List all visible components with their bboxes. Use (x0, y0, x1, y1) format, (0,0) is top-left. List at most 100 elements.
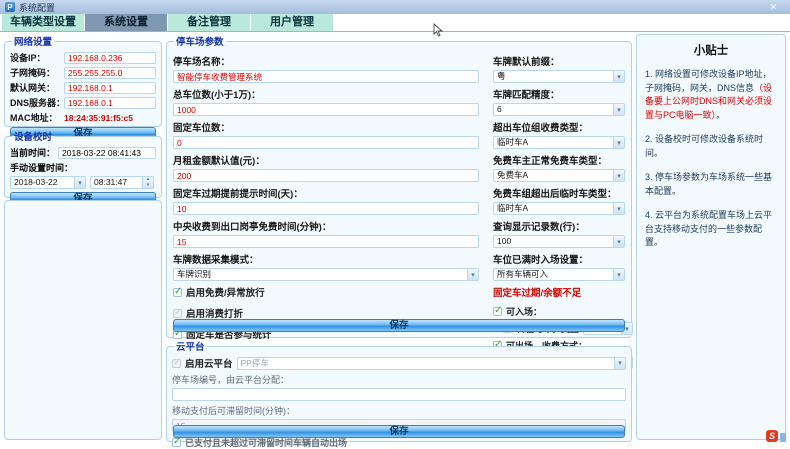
cloud-platform-value: PP停车 (238, 358, 614, 369)
spinner-down-icon[interactable] (143, 183, 153, 189)
plate-prefix-field: 车牌默认前缀： 粤 ▾ (493, 54, 625, 83)
expire-notice-days-input[interactable]: 10 (173, 202, 479, 215)
fixed-spaces-input[interactable]: 0 (173, 136, 479, 149)
central-pay-free-minutes-label: 中央收费到出口岗亭免费时间(分钟)： (173, 219, 479, 233)
enable-free-abnormal-release-label: 启用免费/异常放行 (186, 285, 265, 299)
chevron-down-icon[interactable]: ▾ (613, 236, 624, 247)
central-pay-free-minutes-input[interactable]: 15 (173, 235, 479, 248)
can-enter-checkbox[interactable]: 可入场： (493, 305, 625, 318)
over-group-charge-type-field: 超出车位组收费类型： 临时车A ▾ (493, 120, 625, 149)
time-sync-panel: 设备校时 当前时间： 2018-03-22 08:41:43 手动设置时间： 2… (4, 129, 162, 198)
free-owner-type-field: 免费车主正常免费车类型： 免费车A ▾ (493, 153, 625, 182)
chevron-down-icon[interactable]: ▾ (613, 104, 624, 115)
mac-label: MAC地址： (10, 111, 64, 124)
chevron-down-icon[interactable]: ▾ (74, 177, 85, 188)
subnet-mask-row: 子网掩码： 255.255.255.0 (10, 66, 156, 79)
tip-item-1: 1. 网络设置可修改设备IP地址，子网掩码，网关，DNS信息（设备要上公网时DN… (645, 68, 777, 122)
plate-prefix-label: 车牌默认前缀： (493, 54, 625, 68)
manual-time-label: 手动设置时间： (10, 161, 156, 174)
checkbox-checked-icon[interactable] (172, 438, 181, 447)
query-rows-select[interactable]: 100 ▾ (493, 235, 625, 248)
time-sync-title: 设备校时 (12, 129, 54, 143)
query-rows-value: 100 (494, 236, 613, 247)
chevron-down-icon[interactable]: ▾ (613, 71, 624, 82)
total-spaces-input[interactable]: 1000 (173, 103, 479, 116)
checkbox-checked-icon[interactable] (173, 288, 182, 297)
expire-notice-days-label: 固定车过期提前提示时间(天)： (173, 186, 479, 200)
enable-discount-label: 启用消费打折 (186, 306, 243, 320)
mac-row: MAC地址： 18:24:35:91:f5:c5 (10, 111, 156, 124)
free-owner-type-select[interactable]: 免费车A ▾ (493, 169, 625, 182)
tab-bar: 车辆类型设置 系统设置 备注管理 用户管理 (0, 14, 790, 31)
over-group-charge-type-value: 临时车A (494, 137, 613, 148)
parking-name-input[interactable]: 智能停车收费管理系统 (173, 70, 479, 83)
over-group-charge-type-label: 超出车位组收费类型： (493, 120, 625, 134)
parking-save-button[interactable]: 保存 (173, 319, 625, 332)
chevron-down-icon[interactable]: ▾ (613, 137, 624, 148)
time-spinner-buttons[interactable] (142, 177, 153, 188)
chevron-down-icon[interactable]: ▾ (467, 269, 478, 280)
watermark-s-icon: S (766, 430, 778, 442)
chevron-down-icon[interactable]: ▾ (614, 358, 625, 369)
monthly-rent-label: 月租金额默认值(元)： (173, 153, 479, 167)
enable-discount-checkbox[interactable]: 启用消费打折 (173, 306, 479, 320)
free-group-exceed-type-label: 免费车组超出后临时车类型： (493, 186, 625, 200)
tab-remark-management[interactable]: 备注管理 (168, 14, 251, 31)
dns-row: DNS服务器： 192.168.0.1 (10, 96, 156, 109)
device-ip-input[interactable]: 192.168.0.236 (64, 52, 156, 64)
network-settings-panel: 网络设置 设备IP： 192.168.0.236 子网掩码： 255.255.2… (4, 34, 162, 127)
dns-input[interactable]: 192.168.0.1 (64, 97, 156, 109)
tip-item-3: 3. 停车场参数为车场系统一些基本配置。 (645, 171, 777, 198)
stay-time-label: 移动支付后可滞留时间(分钟)： (172, 404, 626, 417)
tab-system-settings[interactable]: 系统设置 (85, 14, 168, 31)
tab-user-management[interactable]: 用户管理 (251, 14, 334, 31)
plate-prefix-select[interactable]: 粤 ▾ (493, 70, 625, 83)
fixed-spaces-field: 固定车位数： 0 (173, 120, 479, 149)
fixed-expired-heading: 固定车过期/余额不足 (493, 285, 625, 299)
titlebar: P 系统配置 ✕ (0, 0, 790, 14)
cloud-platform-title: 云平台 (174, 339, 207, 353)
total-spaces-field: 总车位数(小于1万)： 1000 (173, 87, 479, 116)
manual-time-row: 2018-03-22 ▾ 08:31:47 (10, 176, 156, 189)
lot-full-entry-label: 车位已满时入场设置： (493, 252, 625, 266)
free-group-exceed-type-select[interactable]: 临时车A ▾ (493, 202, 625, 215)
tab-strip: 车辆类型设置 系统设置 备注管理 用户管理 (2, 14, 334, 31)
enable-cloud-row: 启用云平台 PP停车 ▾ (172, 356, 626, 370)
network-settings-title: 网络设置 (12, 34, 54, 48)
enable-free-abnormal-release-checkbox[interactable]: 启用免费/异常放行 (173, 285, 479, 299)
cloud-platform-select[interactable]: PP停车 ▾ (237, 357, 626, 370)
tab-vehicle-type-settings[interactable]: 车辆类型设置 (2, 14, 85, 31)
plate-capture-mode-select[interactable]: 车牌识别 ▾ (173, 268, 479, 281)
date-select[interactable]: 2018-03-22 ▾ (10, 176, 86, 189)
expire-notice-days-field: 固定车过期提前提示时间(天)： 10 (173, 186, 479, 215)
chevron-down-icon[interactable]: ▾ (613, 203, 624, 214)
monthly-rent-field: 月租金额默认值(元)： 200 (173, 153, 479, 182)
current-time-row: 当前时间： 2018-03-22 08:41:43 (10, 146, 156, 159)
parking-name-label: 停车场名称： (173, 54, 479, 68)
cloud-save-button[interactable]: 保存 (173, 425, 625, 438)
subnet-mask-input[interactable]: 255.255.255.0 (64, 67, 156, 79)
monthly-rent-input[interactable]: 200 (173, 169, 479, 182)
lot-full-entry-select[interactable]: 所有车辆可入 ▾ (493, 268, 625, 281)
device-ip-row: 设备IP： 192.168.0.236 (10, 51, 156, 64)
date-select-value: 2018-03-22 (11, 177, 74, 188)
current-time-value: 2018-03-22 08:41:43 (58, 147, 156, 159)
close-icon[interactable]: ✕ (769, 2, 777, 13)
plate-precision-field: 车牌匹配精度： 6 ▾ (493, 87, 625, 116)
tip-text: 1. 网络设置可修改设备IP地址，子网掩码，网关，DNS信息 (645, 69, 772, 93)
chevron-down-icon[interactable]: ▾ (613, 170, 624, 181)
checkbox-disabled-icon[interactable] (173, 309, 182, 318)
over-group-charge-type-select[interactable]: 临时车A ▾ (493, 136, 625, 149)
tips-panel: 小贴士 1. 网络设置可修改设备IP地址，子网掩码，网关，DNS信息（设备要上公… (636, 34, 786, 440)
dns-label: DNS服务器： (10, 96, 64, 109)
chevron-down-icon[interactable]: ▾ (613, 269, 624, 280)
enable-cloud-checkbox[interactable] (172, 359, 181, 368)
gateway-label: 默认网关： (10, 81, 64, 94)
gateway-row: 默认网关： 192.168.0.1 (10, 81, 156, 94)
gateway-input[interactable]: 192.168.0.1 (64, 82, 156, 94)
lot-id-input[interactable] (172, 388, 626, 401)
checkbox-checked-icon[interactable] (493, 307, 502, 316)
fixed-spaces-label: 固定车位数： (173, 120, 479, 134)
time-spinner[interactable]: 08:31:47 (90, 176, 154, 189)
plate-precision-select[interactable]: 6 ▾ (493, 103, 625, 116)
